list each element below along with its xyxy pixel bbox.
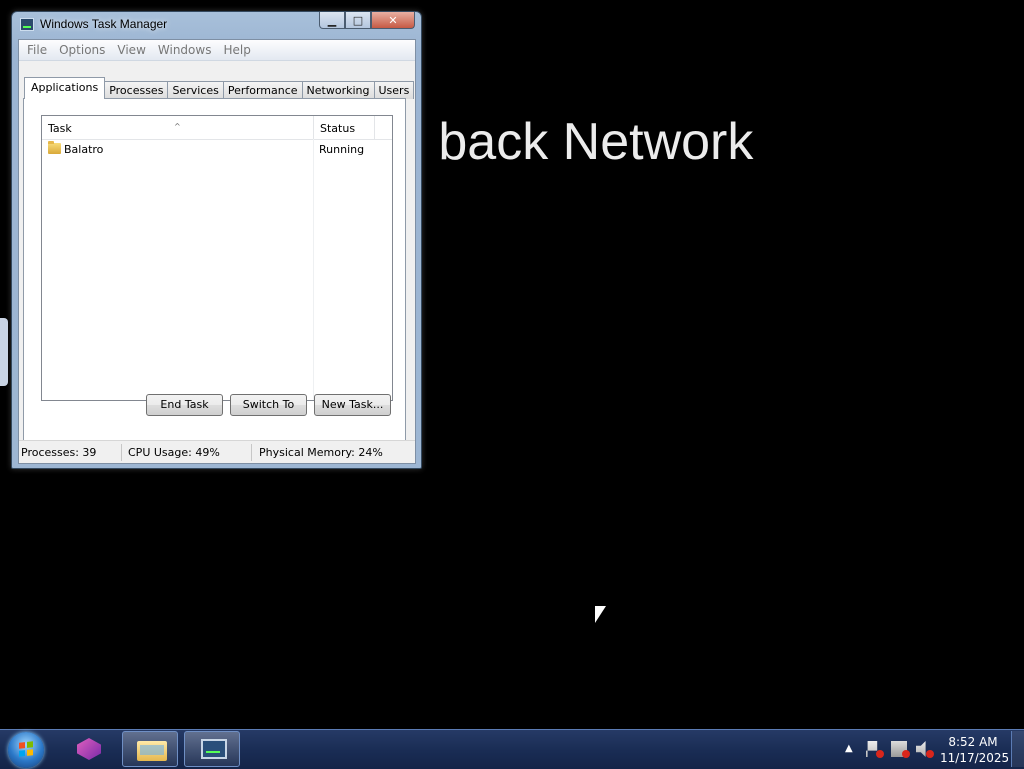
error-badge-icon	[902, 750, 910, 758]
maximize-button[interactable]: □	[345, 12, 371, 29]
new-task-button[interactable]: New Task...	[314, 394, 391, 416]
task-list[interactable]: Task ^ Status Balatro Running	[41, 115, 393, 401]
tab-processes[interactable]: Processes	[104, 81, 169, 99]
column-header-status[interactable]: Status	[314, 116, 375, 139]
minimize-button[interactable]: ▁	[319, 12, 345, 29]
switch-to-button[interactable]: Switch To	[230, 394, 307, 416]
show-hidden-icons-button[interactable]: ▲	[845, 743, 853, 754]
start-button[interactable]	[8, 732, 44, 768]
tab-services[interactable]: Services	[167, 81, 224, 99]
taskbar-item-task-manager[interactable]	[184, 731, 240, 767]
task-manager-window[interactable]: Windows Task Manager ▁ □ ✕ File Options …	[11, 11, 422, 469]
status-divider	[121, 444, 122, 461]
status-divider	[251, 444, 252, 461]
status-physical-memory: Physical Memory: 24%	[259, 446, 383, 459]
title-bar[interactable]: Windows Task Manager ▁ □ ✕	[12, 12, 421, 38]
tab-users[interactable]: Users	[373, 81, 415, 99]
column-header-task[interactable]: Task ^	[42, 116, 314, 139]
windows-logo-icon	[19, 741, 33, 757]
clock-time: 8:52 AM	[948, 735, 998, 749]
taskbar-item-balatro[interactable]	[61, 731, 117, 767]
folder-icon	[48, 141, 61, 154]
column-header-filler	[375, 116, 392, 139]
status-processes: Processes: 39	[21, 446, 97, 459]
menu-file[interactable]: File	[21, 43, 53, 57]
end-task-button[interactable]: End Task	[146, 394, 223, 416]
tab-networking[interactable]: Networking	[301, 81, 375, 99]
clock-date: 11/17/2025	[940, 751, 1010, 765]
menu-windows[interactable]: Windows	[152, 43, 218, 57]
menu-bar: File Options View Windows Help	[19, 40, 415, 61]
folder-icon	[137, 741, 167, 761]
mouse-cursor-icon	[595, 606, 606, 623]
tab-performance[interactable]: Performance	[222, 81, 303, 99]
column-task-label: Task	[48, 122, 72, 135]
tab-strip: Applications Processes Services Performa…	[24, 77, 415, 99]
sort-ascending-icon: ^	[174, 122, 181, 131]
column-status-label: Status	[320, 122, 356, 135]
clock[interactable]: 8:52 AM 11/17/2025	[940, 734, 1010, 766]
window-client-area: File Options View Windows Help Applicati…	[18, 39, 416, 464]
close-button[interactable]: ✕	[371, 12, 415, 29]
task-manager-icon	[20, 18, 34, 31]
caption-buttons: ▁ □ ✕	[319, 12, 415, 29]
taskbar: ▲ 8:52 AM 11/17/2025	[0, 729, 1024, 769]
menu-options[interactable]: Options	[53, 43, 111, 57]
column-divider	[313, 139, 314, 400]
menu-help[interactable]: Help	[217, 43, 256, 57]
task-status: Running	[319, 143, 365, 156]
task-manager-icon	[201, 739, 227, 759]
taskbar-item-explorer[interactable]	[122, 731, 178, 767]
window-title: Windows Task Manager	[40, 17, 168, 31]
list-item[interactable]: Balatro Running	[42, 140, 392, 159]
status-cpu-usage: CPU Usage: 49%	[128, 446, 220, 459]
error-badge-icon	[876, 750, 884, 758]
status-bar: Processes: 39 CPU Usage: 49% Physical Me…	[19, 440, 415, 463]
show-desktop-button[interactable]	[1011, 731, 1024, 767]
tab-applications[interactable]: Applications	[24, 77, 106, 99]
menu-view[interactable]: View	[111, 43, 151, 57]
background-window-text: e back Network	[395, 113, 754, 171]
cube-icon	[77, 738, 101, 760]
task-name: Balatro	[64, 143, 104, 156]
list-header: Task ^ Status	[42, 116, 392, 140]
background-window-edge	[0, 318, 8, 386]
applications-panel: Task ^ Status Balatro Running End Task S…	[23, 98, 406, 442]
error-badge-icon	[926, 750, 934, 758]
